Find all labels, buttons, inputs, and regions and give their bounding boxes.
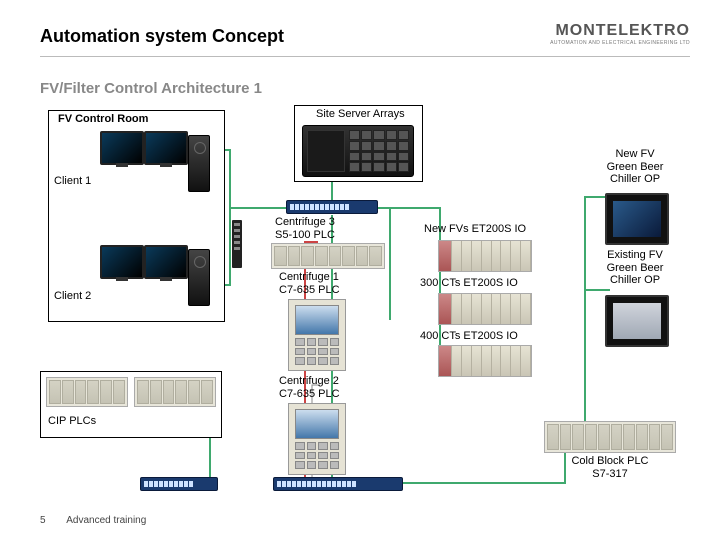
pc-tower-icon	[188, 135, 210, 192]
centrifuge2-label: Centrifuge 2 C7-635 PLC	[279, 375, 340, 400]
client1-label: Client 1	[54, 175, 91, 188]
c7-635-hmi-icon	[288, 299, 346, 371]
s5-100-plc-icon	[271, 243, 385, 269]
cts400-io-label: 400 CTs ET200S IO	[420, 330, 518, 343]
cip-plc-icon	[46, 377, 128, 407]
footer: 5 Advanced training	[40, 515, 146, 526]
logo-subtext: AUTOMATION AND ELECTRICAL ENGINEERING LT…	[550, 40, 690, 46]
diagram-canvas: FV Control Room Client 1 Client 2 Site S…	[40, 105, 690, 500]
crt-monitor-icon	[605, 295, 669, 347]
et200s-io-icon	[438, 293, 532, 325]
brand-logo: MONTELEKTRO AUTOMATION AND ELECTRICAL EN…	[550, 22, 690, 46]
et200s-io-icon	[438, 345, 532, 377]
cip-plcs-label: CIP PLCs	[48, 415, 96, 428]
fv-control-room-label: FV Control Room	[58, 113, 148, 126]
new-fvs-io-label: New FVs ET200S IO	[424, 223, 526, 236]
title-rule	[40, 56, 690, 57]
network-switch-icon	[286, 200, 378, 214]
centrifuge3-label: Centrifuge 3 S5-100 PLC	[275, 216, 335, 241]
monitor-icon	[144, 131, 188, 165]
footer-text: Advanced training	[66, 515, 146, 526]
cold-block-plc-label: Cold Block PLC S7-317	[560, 455, 660, 480]
page-title: Automation system Concept	[40, 26, 284, 47]
centrifuge1-label: Centrifuge 1 C7-635 PLC	[279, 271, 340, 296]
network-switch-icon	[273, 477, 403, 491]
pc-tower-icon	[188, 249, 210, 306]
pdu-icon	[232, 220, 242, 268]
network-switch-icon	[140, 477, 218, 491]
s7-317-plc-icon	[544, 421, 676, 453]
page-number: 5	[40, 515, 64, 526]
monitor-icon	[144, 245, 188, 279]
monitor-icon	[100, 245, 144, 279]
new-fv-chiller-label: New FV Green Beer Chiller OP	[595, 148, 675, 186]
existing-fv-chiller-label: Existing FV Green Beer Chiller OP	[593, 249, 677, 287]
operator-panel-icon	[605, 193, 669, 245]
c7-635-hmi-icon	[288, 403, 346, 475]
client2-label: Client 2	[54, 290, 91, 303]
et200s-io-icon	[438, 240, 532, 272]
monitor-icon	[100, 131, 144, 165]
logo-text: MONTELEKTRO	[550, 22, 690, 40]
cip-plc-icon	[134, 377, 216, 407]
cts300-io-label: 300 CTs ET200S IO	[420, 277, 518, 290]
server-rack-icon	[302, 125, 414, 177]
page-subtitle: FV/Filter Control Architecture 1	[40, 80, 262, 97]
site-server-label: Site Server Arrays	[316, 108, 405, 121]
